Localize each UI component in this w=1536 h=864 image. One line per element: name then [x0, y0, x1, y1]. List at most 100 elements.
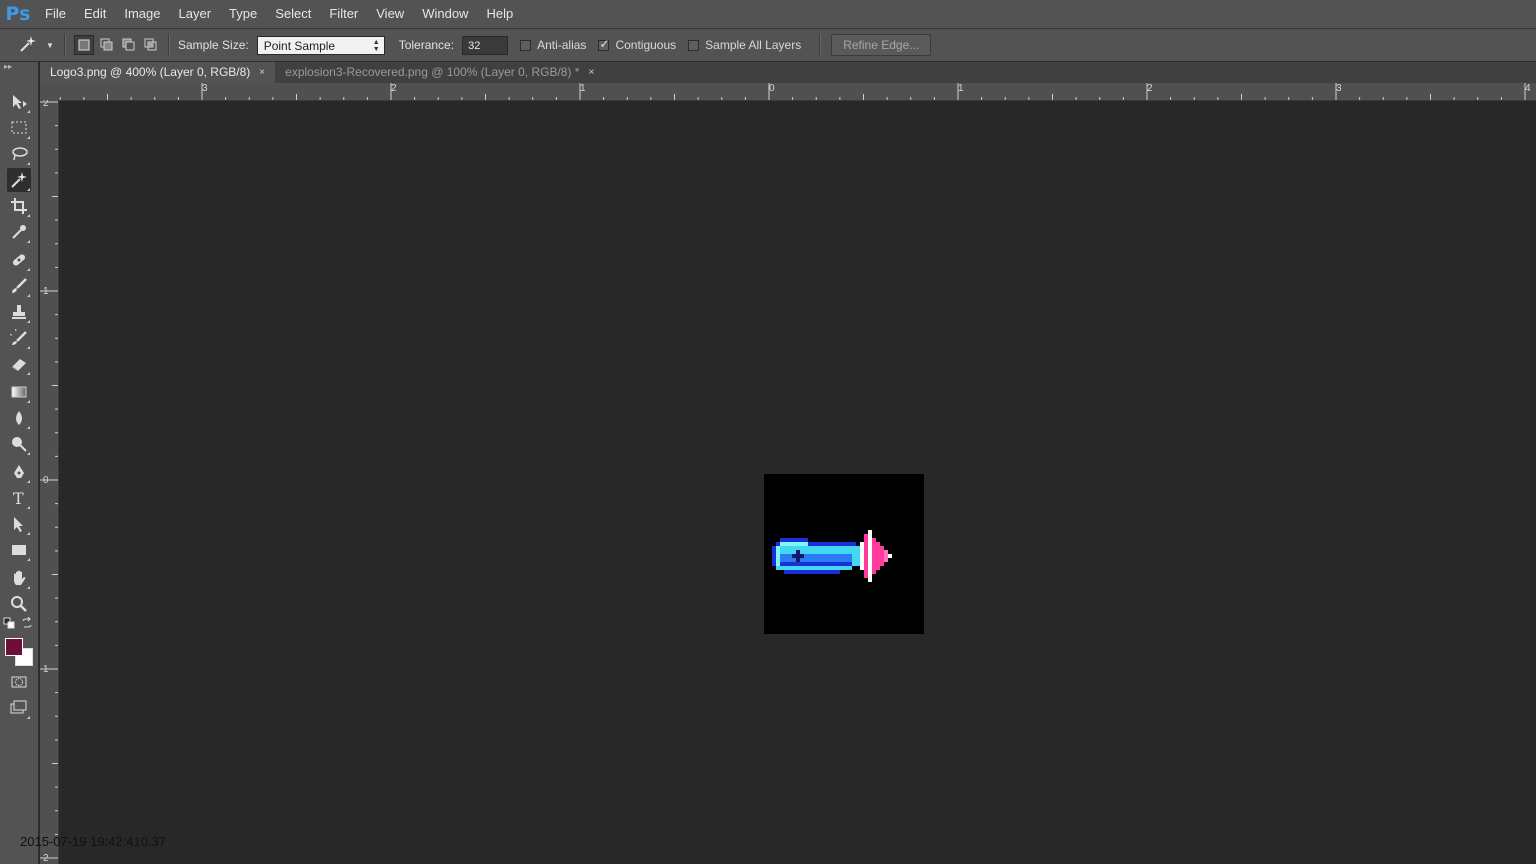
divider: [64, 34, 66, 56]
foreground-color-swatch-top[interactable]: [5, 638, 23, 656]
quick-mask-icon: [11, 676, 27, 688]
quick-mask-button[interactable]: [7, 670, 31, 694]
sample-all-layers-option[interactable]: Sample All Layers: [688, 38, 801, 52]
vertical-ruler[interactable]: 2 1 0 1 2: [40, 100, 59, 864]
hand-tool[interactable]: [7, 566, 31, 590]
menu-select[interactable]: Select: [266, 0, 320, 28]
blur-tool[interactable]: [7, 406, 31, 430]
close-icon[interactable]: ×: [588, 62, 594, 83]
ruler-label: 0: [769, 83, 775, 94]
collapse-toolbox-icon[interactable]: ▸▸: [0, 62, 38, 72]
crop-tool[interactable]: [7, 194, 31, 218]
brush-tool[interactable]: [7, 274, 31, 298]
contiguous-label: Contiguous: [615, 38, 677, 52]
contiguous-checkbox[interactable]: ✓: [598, 36, 610, 51]
new-selection-button[interactable]: [74, 35, 94, 55]
marquee-tool[interactable]: [7, 116, 31, 140]
document-tab[interactable]: Logo3.png @ 400% (Layer 0, RGB/8) ×: [40, 62, 276, 83]
chevron-down-icon: ▼: [46, 40, 54, 50]
pen-tool[interactable]: [7, 460, 31, 484]
path-selection-tool[interactable]: [7, 512, 31, 536]
default-colors-button[interactable]: [2, 616, 16, 630]
timestamp-overlay: 2015-07-19 19:42:410.37: [20, 834, 167, 849]
ruler-label: 3: [202, 83, 208, 94]
ruler-label: 1: [43, 664, 49, 675]
ruler-label: 2: [391, 83, 397, 94]
menu-view[interactable]: View: [367, 0, 413, 28]
subtract-from-selection-button[interactable]: [120, 36, 138, 54]
menu-file[interactable]: File: [36, 0, 75, 28]
contiguous-option[interactable]: ✓ Contiguous: [598, 36, 677, 52]
sample-size-value: Point Sample: [263, 38, 336, 53]
sample-all-layers-checkbox[interactable]: [688, 39, 700, 51]
zoom-icon: [11, 596, 27, 612]
swap-colors-icon: [22, 617, 32, 628]
anti-alias-option[interactable]: Anti-alias: [520, 38, 586, 52]
tab-label: explosion3-Recovered.png @ 100% (Layer 0…: [285, 65, 580, 79]
document-tab[interactable]: explosion3-Recovered.png @ 100% (Layer 0…: [275, 62, 604, 83]
type-icon: T: [13, 489, 24, 507]
menu-bar: Ps File Edit Image Layer Type Select Fil…: [0, 0, 1536, 28]
document-tab-bar: Logo3.png @ 400% (Layer 0, RGB/8) × expl…: [40, 62, 1536, 83]
clone-stamp-icon: [12, 305, 26, 319]
screen-mode-icon: [10, 700, 27, 714]
dodge-tool[interactable]: [7, 432, 31, 456]
swap-colors-button[interactable]: [20, 616, 34, 630]
eyedropper-icon: [12, 225, 26, 239]
magic-wand-icon: [11, 172, 27, 188]
ruler-label: 2: [1147, 83, 1153, 94]
healing-brush-tool[interactable]: [7, 248, 31, 272]
sample-all-layers-label: Sample All Layers: [705, 38, 802, 52]
menu-help[interactable]: Help: [477, 0, 522, 28]
tolerance-label: Tolerance:: [398, 38, 455, 52]
history-brush-tool[interactable]: [7, 326, 31, 350]
tool-preset-picker[interactable]: ▼: [18, 32, 58, 58]
magic-wand-icon: [18, 34, 40, 57]
add-to-selection-button[interactable]: [98, 36, 116, 54]
dodge-icon: [12, 437, 27, 452]
tolerance-input[interactable]: 32: [462, 35, 509, 55]
intersect-selection-button[interactable]: [142, 36, 160, 54]
divider: [168, 34, 170, 56]
menu-image[interactable]: Image: [115, 0, 169, 28]
path-selection-icon: [14, 517, 23, 532]
move-tool[interactable]: [7, 90, 31, 114]
eraser-tool[interactable]: [7, 352, 31, 376]
toolbox: ▸▸ T: [0, 62, 39, 864]
anti-alias-checkbox[interactable]: [520, 39, 532, 51]
document-canvas[interactable]: [764, 474, 924, 634]
close-icon[interactable]: ×: [259, 62, 265, 83]
menu-window[interactable]: Window: [413, 0, 477, 28]
magic-wand-tool[interactable]: [7, 168, 31, 192]
menu-filter[interactable]: Filter: [320, 0, 367, 28]
horizontal-ruler[interactable]: 3 2 1 0 1 2 3 4: [59, 83, 1536, 101]
healing-brush-icon: [12, 254, 26, 266]
lasso-tool[interactable]: [7, 142, 31, 166]
ruler-label: 2: [43, 853, 49, 864]
gradient-tool[interactable]: [7, 380, 31, 404]
photoshop-logo: Ps: [5, 3, 31, 25]
ruler-corner[interactable]: [40, 83, 59, 100]
menu-type[interactable]: Type: [220, 0, 266, 28]
rectangle-tool[interactable]: [7, 538, 31, 562]
options-bar: ▼ Sample Size: Point Sample ▲ ▼ Tolerance…: [0, 28, 1536, 62]
clone-stamp-tool[interactable]: [7, 300, 31, 324]
menu-layer[interactable]: Layer: [170, 0, 221, 28]
menu-edit[interactable]: Edit: [75, 0, 115, 28]
ruler-ticks: [59, 83, 1526, 100]
arrow-pixel-art: [772, 530, 892, 582]
select-arrows-icon: ▲ ▼: [372, 38, 380, 53]
tab-label: Logo3.png @ 400% (Layer 0, RGB/8): [50, 65, 251, 79]
checkmark-icon: ✓: [599, 36, 610, 51]
zoom-tool[interactable]: [7, 592, 31, 616]
gradient-icon: [11, 386, 27, 398]
eyedropper-tool[interactable]: [7, 220, 31, 244]
default-colors-icon: [3, 617, 15, 629]
marquee-icon: [11, 121, 27, 134]
refine-edge-button[interactable]: Refine Edge...: [831, 34, 932, 56]
sample-size-select[interactable]: Point Sample ▲ ▼: [256, 35, 385, 55]
type-tool[interactable]: T: [7, 486, 31, 510]
lasso-icon: [12, 147, 28, 161]
ruler-label: 3: [1336, 83, 1342, 94]
screen-mode-button[interactable]: [7, 696, 31, 720]
